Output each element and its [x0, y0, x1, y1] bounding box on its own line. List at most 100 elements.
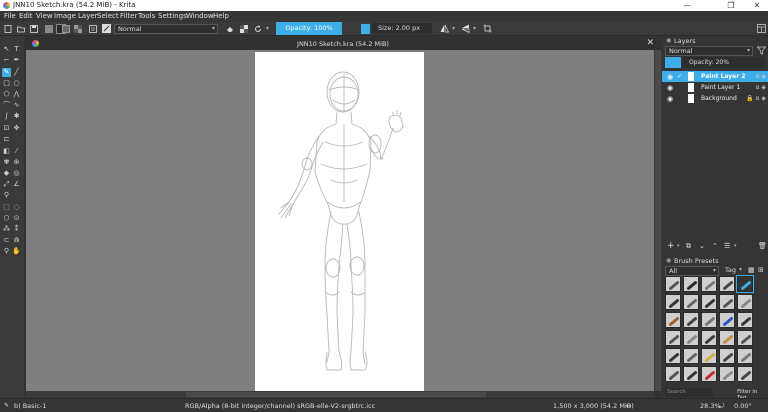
layer-color-chip[interactable]	[665, 57, 681, 68]
chevron-down-icon[interactable]: ▾	[734, 243, 737, 249]
brush-preset-tile[interactable]	[683, 348, 699, 364]
brush-preset-tile[interactable]	[683, 276, 699, 292]
add-layer-icon[interactable]: +	[667, 241, 675, 251]
duplicate-layer-icon[interactable]: ⧉	[686, 242, 691, 251]
menu-edit[interactable]: Edit	[19, 12, 33, 20]
opacity-slider[interactable]: Opacity: 100%	[276, 22, 342, 35]
brush-preset-tile[interactable]	[665, 276, 681, 292]
new-document-icon[interactable]	[4, 25, 12, 33]
preset-filter-select[interactable]: All ▾	[665, 266, 719, 276]
menu-image[interactable]: Image	[54, 12, 76, 20]
polygon-tool-icon[interactable]: ⬠	[2, 90, 11, 99]
menu-file[interactable]: File	[4, 12, 16, 20]
brush-preset-tile[interactable]	[665, 366, 681, 382]
brush-preset-tile[interactable]	[665, 312, 681, 328]
layer-flags-icon[interactable]: α ◈	[756, 73, 766, 80]
layer-blend-mode-select[interactable]: Normal ▾	[665, 46, 753, 56]
canvas-rotation-icon[interactable]: ⤾	[719, 402, 724, 411]
delete-layer-icon[interactable]: 🗑	[758, 242, 767, 250]
brush-preset-tile[interactable]	[683, 312, 699, 328]
dynamic-brush-tool-icon[interactable]: ∫	[2, 112, 11, 121]
vertical-scroll-thumb[interactable]	[655, 50, 661, 391]
layer-filter-icon[interactable]	[757, 46, 766, 55]
crop-tool-icon[interactable]: ⊡	[2, 124, 11, 133]
transform-tool-icon[interactable]: ⊏	[2, 135, 11, 144]
rotation-value[interactable]: 0.00°	[734, 402, 752, 410]
zoom-level[interactable]: 28.3%	[700, 402, 721, 410]
enclose-fill-tool-icon[interactable]: ◎	[12, 169, 21, 178]
layer-row-paint-layer-1[interactable]: ◉ Paint Layer 1 α ◈	[662, 82, 768, 93]
move-layer-down-icon[interactable]: ⌄	[699, 242, 705, 250]
visibility-eye-icon[interactable]: ◉	[667, 73, 673, 81]
background-color-swatch[interactable]	[62, 25, 70, 33]
brush-preset-tile[interactable]	[701, 294, 717, 310]
brush-preset-tile[interactable]	[737, 348, 753, 364]
brush-preset-tile-selected[interactable]	[736, 275, 754, 293]
open-folder-icon[interactable]	[17, 25, 25, 33]
assistant-tool-icon[interactable]: ⤢	[2, 180, 11, 189]
menu-select[interactable]: Select	[97, 12, 119, 20]
similar-color-selection-icon[interactable]: ⁑	[12, 225, 21, 234]
rectangle-tool-icon[interactable]: □	[2, 79, 11, 88]
minimize-button[interactable]: —	[676, 0, 698, 11]
menu-window[interactable]: Window	[186, 12, 214, 20]
line-tool-icon[interactable]: ╱	[12, 68, 21, 77]
checkmark-icon[interactable]: ✓	[677, 73, 682, 80]
rectangular-selection-icon[interactable]: ⬚	[2, 203, 11, 212]
vertical-scrollbar[interactable]	[654, 50, 662, 391]
layer-properties-icon[interactable]: ☰	[724, 242, 730, 250]
panel-collapse-icon[interactable]: ◉	[666, 37, 671, 44]
lock-icon[interactable]: 🔒 α ◈	[746, 95, 766, 102]
multibrush-tool-icon[interactable]: ✱	[12, 112, 21, 121]
layer-row-background[interactable]: ◉ Background 🔒 α ◈	[662, 93, 768, 104]
menu-layer[interactable]: Layer	[78, 12, 98, 20]
horizontal-scrollbar[interactable]	[26, 391, 654, 398]
color-picker-tool-icon[interactable]: ⁄	[12, 147, 21, 156]
freehand-brush-tool-icon[interactable]: ✎	[2, 68, 11, 77]
brush-preset-tile[interactable]	[665, 330, 681, 346]
bezier-tool-icon[interactable]: ⌒	[2, 101, 11, 110]
workspace-chooser-icon[interactable]	[757, 24, 766, 33]
brush-size-slider[interactable]: Size: 2.00 px	[372, 23, 432, 34]
reload-preset-icon[interactable]	[254, 25, 262, 33]
gradient-pattern-icon[interactable]	[45, 25, 53, 33]
brush-preset-tile[interactable]	[683, 330, 699, 346]
bezier-selection-icon[interactable]: ⊂	[2, 236, 11, 245]
close-window-button[interactable]: ✕	[746, 0, 768, 11]
menu-settings[interactable]: Settings	[158, 12, 187, 20]
fill-tool-icon[interactable]: ◆	[2, 169, 11, 178]
rotation-icon[interactable]: ↔	[626, 402, 631, 410]
brush-preset-tile[interactable]	[701, 330, 717, 346]
brush-color-chip[interactable]	[361, 24, 370, 34]
layer-flags-icon[interactable]: α ◈	[756, 84, 766, 91]
menu-view[interactable]: View	[36, 12, 53, 20]
save-icon[interactable]	[30, 25, 38, 33]
canvas-paper[interactable]	[255, 52, 424, 391]
brush-preset-tile[interactable]	[701, 348, 717, 364]
measure-tool-icon[interactable]: ∠	[12, 180, 21, 189]
move-layer-up-icon[interactable]: ⌃	[712, 242, 718, 250]
preset-search-input[interactable]: Search	[665, 388, 713, 397]
pattern-icon[interactable]	[74, 25, 82, 33]
layer-row-paint-layer-2[interactable]: ◉ ✓ Paint Layer 2 α ◈	[662, 71, 768, 82]
brush-preset-tile[interactable]	[683, 366, 699, 382]
elliptical-selection-icon[interactable]: ◌	[12, 203, 21, 212]
restore-button[interactable]: ❐	[720, 0, 742, 11]
brush-preset-tile[interactable]	[719, 330, 735, 346]
brush-preset-tile[interactable]	[737, 330, 753, 346]
colorize-mask-tool-icon[interactable]: ✾	[2, 158, 11, 167]
brush-preset-tile[interactable]	[701, 366, 717, 382]
wrap-around-icon[interactable]	[483, 24, 492, 33]
brush-preset-tile[interactable]	[737, 312, 753, 328]
brush-preset-tile[interactable]	[719, 294, 735, 310]
blend-mode-select[interactable]: Normal ▾	[114, 24, 218, 34]
brush-preset-tile[interactable]	[719, 348, 735, 364]
freehand-path-tool-icon[interactable]: ∿	[12, 101, 21, 110]
menu-tools[interactable]: Tools	[138, 12, 155, 20]
mirror-vertical-icon[interactable]	[461, 24, 470, 33]
brush-preset-tile[interactable]	[737, 294, 753, 310]
edit-shapes-tool-icon[interactable]: ⌐	[2, 56, 11, 65]
brush-preset-tile[interactable]	[701, 312, 717, 328]
tag-select[interactable]: Tag ▾	[722, 266, 744, 276]
brush-preset-tile[interactable]	[683, 294, 699, 310]
